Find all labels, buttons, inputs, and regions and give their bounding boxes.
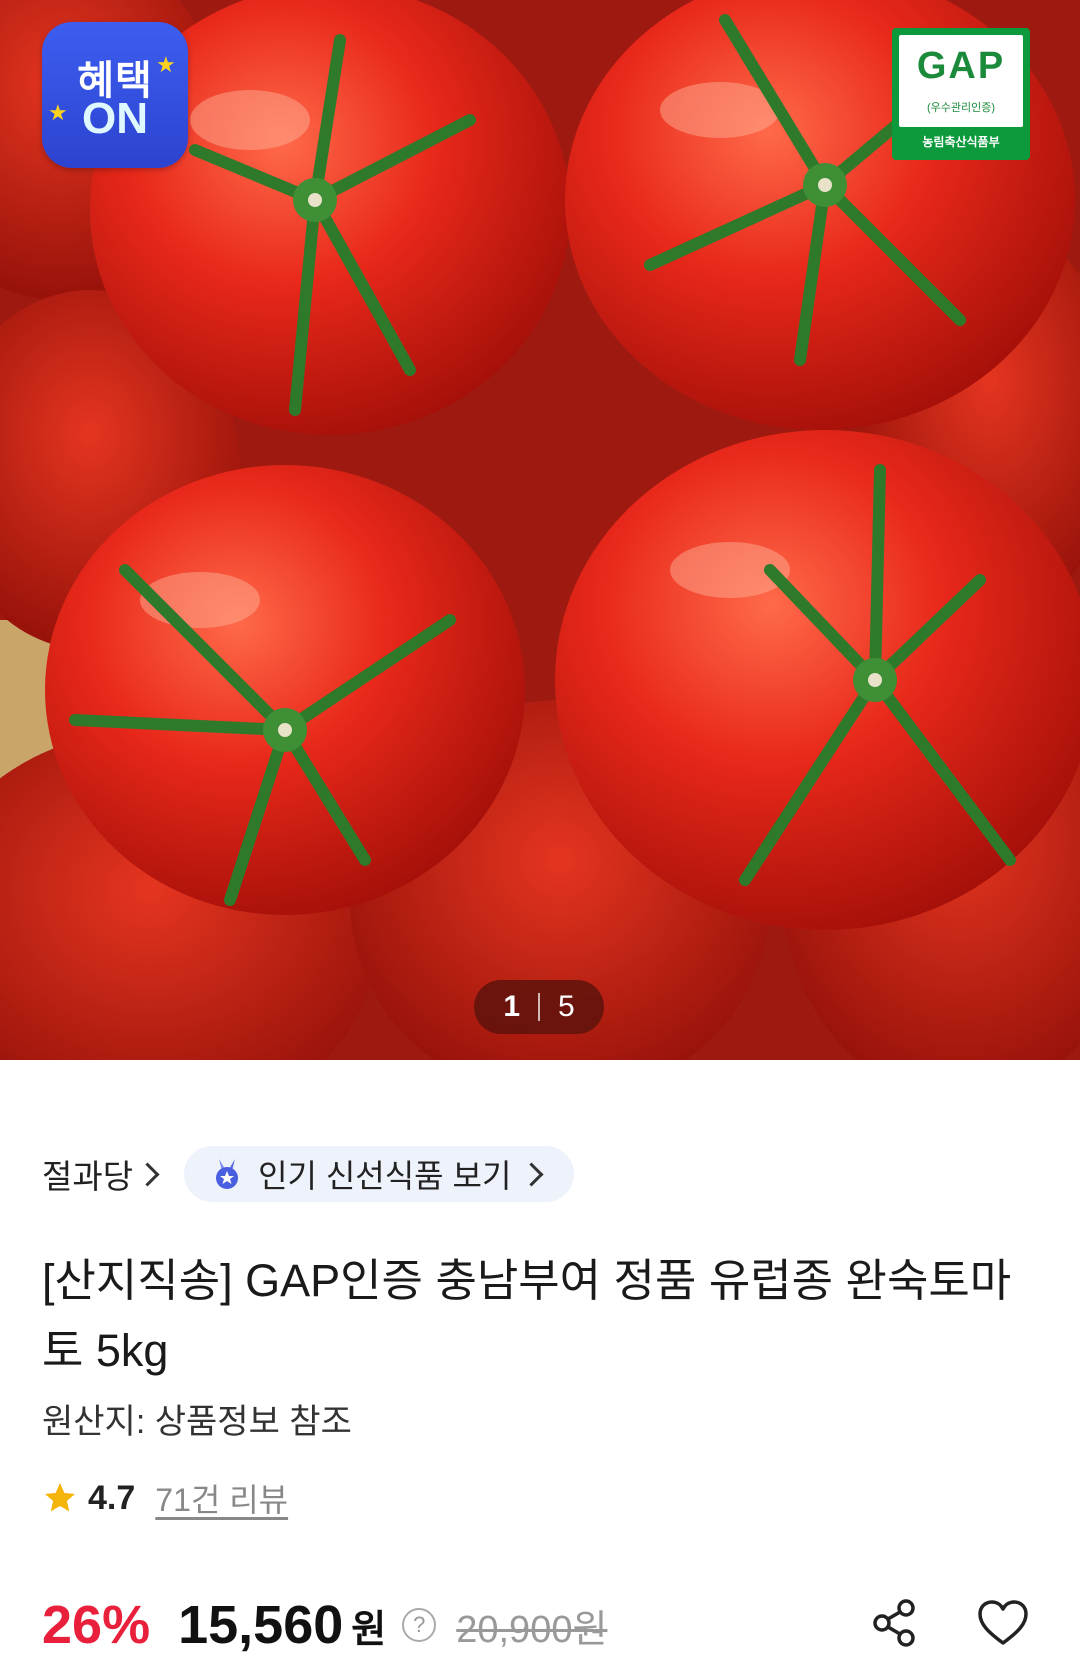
- product-title: [산지직송] GAP인증 충남부여 정품 유럽종 완숙토마토 5kg: [42, 1255, 1012, 1376]
- original-price: 20,900원: [456, 1608, 608, 1651]
- discount-rate: 26%: [42, 1595, 151, 1655]
- chevron-right-icon: [135, 1161, 160, 1187]
- image-pager: 1 5: [474, 980, 604, 1034]
- currency-unit: 원: [351, 1608, 387, 1651]
- product-origin: 원산지: 상품정보 참조: [42, 1403, 352, 1441]
- help-icon[interactable]: ?: [402, 1608, 437, 1642]
- pager-total: 5: [558, 990, 575, 1023]
- gap-certification-badge: GAP (우수관리인증) 농림축산식품부: [892, 28, 1030, 160]
- gap-badge-footer: 농림축산식품부: [922, 135, 1000, 149]
- gap-badge-subtitle: (우수관리인증): [926, 102, 996, 114]
- chevron-right-icon: [519, 1161, 544, 1187]
- medal-icon: [216, 1159, 239, 1189]
- benefit-badge-line2: ON: [82, 94, 148, 143]
- seller-link[interactable]: 절과당: [42, 1150, 160, 1198]
- seller-name: 절과당: [42, 1158, 134, 1195]
- brand-row: 절과당 인기 신선식품 보기: [42, 1146, 575, 1202]
- sale-price: 15,560: [178, 1595, 344, 1655]
- pager-divider: [538, 993, 540, 1021]
- chip-label: 인기 신선식품 보기: [258, 1158, 512, 1194]
- rating-score: 4.7: [88, 1478, 136, 1517]
- rating-row: 4.7 71건 리뷰: [42, 1476, 288, 1520]
- gap-badge-title: GAP: [916, 45, 1006, 87]
- benefit-on-badge[interactable]: ★ ★ 혜택 ON: [42, 22, 188, 168]
- popular-fresh-food-chip[interactable]: 인기 신선식품 보기: [184, 1146, 575, 1202]
- product-image-carousel[interactable]: ★ ★ 혜택 ON GAP (우수관리인증) 농림축산식품부 1 5: [0, 0, 1080, 1060]
- pager-current: 1: [503, 990, 520, 1023]
- share-icon[interactable]: [866, 1594, 924, 1652]
- star-icon: [45, 1483, 75, 1512]
- heart-icon[interactable]: [974, 1594, 1032, 1652]
- price-row: 26% 15,560 원 ? 20,900원: [42, 1590, 1042, 1660]
- review-count-link[interactable]: 71건 리뷰: [155, 1475, 288, 1521]
